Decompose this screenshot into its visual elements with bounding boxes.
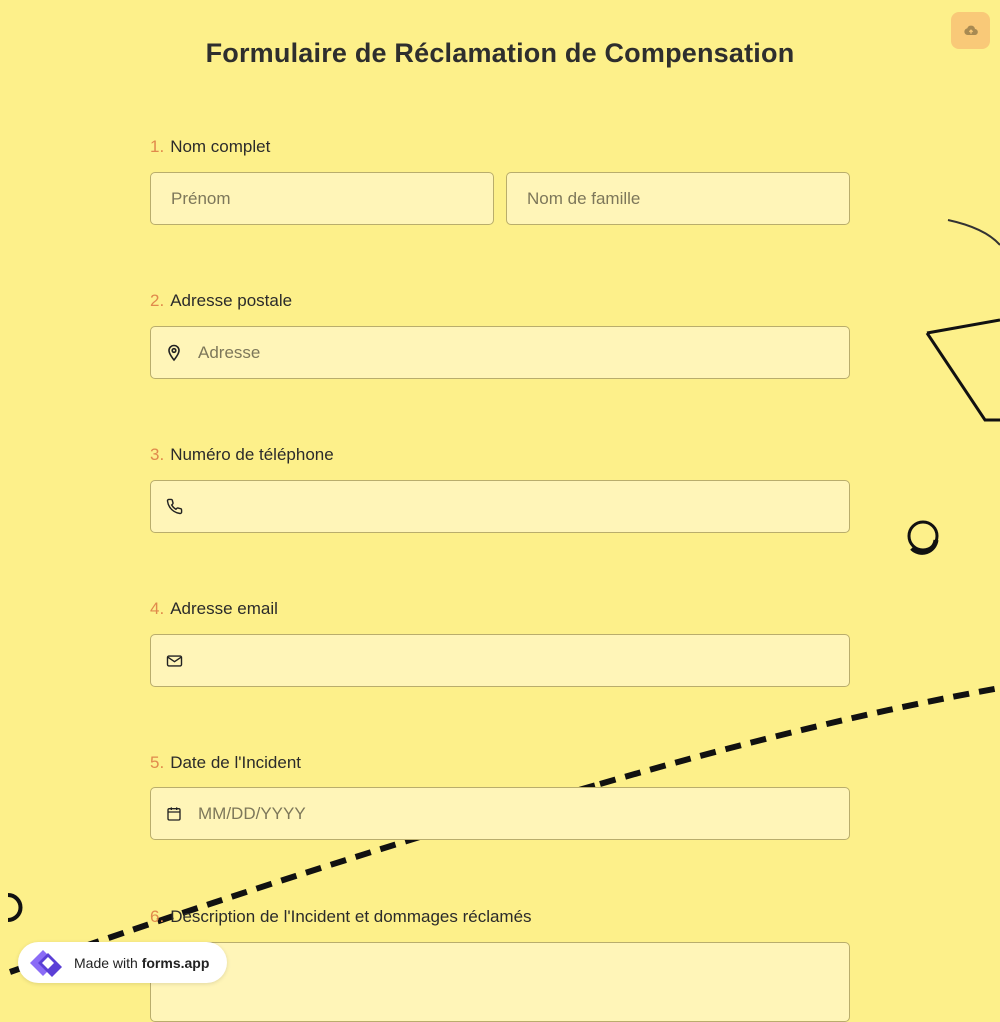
- description-textarea[interactable]: [150, 942, 850, 1022]
- save-progress-button[interactable]: [951, 12, 990, 49]
- badge-brand: forms.app: [141, 954, 210, 971]
- question-5-label: 5. Date de l'Incident: [150, 753, 301, 773]
- question-3-label: 3. Numéro de téléphone: [150, 445, 334, 465]
- mail-icon: [164, 651, 184, 671]
- question-number: 6.: [150, 907, 165, 926]
- question-6-label: 6. Description de l'Incident et dommages …: [150, 907, 532, 927]
- question-number: 5.: [150, 753, 165, 772]
- question-text: Adresse email: [170, 599, 278, 618]
- question-1-label: 1. Nom complet: [150, 137, 270, 157]
- question-text: Description de l'Incident et dommages ré…: [170, 907, 532, 926]
- phone-icon: [164, 497, 184, 517]
- question-number: 3.: [150, 445, 165, 464]
- date-placeholder: MM/DD/YYYY: [198, 803, 306, 823]
- location-pin-icon: [164, 343, 184, 363]
- phone-input[interactable]: [150, 480, 850, 533]
- address-placeholder: Adresse: [198, 342, 261, 362]
- question-text: Numéro de téléphone: [170, 445, 334, 464]
- question-text: Adresse postale: [170, 291, 293, 310]
- first-name-placeholder: Prénom: [171, 188, 231, 208]
- form-title: Formulaire de Réclamation de Compensatio…: [205, 38, 795, 68]
- first-name-input[interactable]: Prénom: [150, 172, 494, 225]
- question-text: Date de l'Incident: [170, 753, 302, 772]
- question-number: 4.: [150, 599, 165, 618]
- question-number: 2.: [150, 291, 165, 310]
- last-name-placeholder: Nom de famille: [527, 188, 641, 208]
- made-with-forms-app-badge[interactable]: Made with forms.app: [18, 942, 227, 983]
- question-number: 1.: [150, 137, 165, 156]
- badge-prefix: Made with: [74, 954, 138, 971]
- question-2-label: 2. Adresse postale: [150, 291, 292, 311]
- question-4-label: 4. Adresse email: [150, 599, 278, 619]
- question-text: Nom complet: [170, 137, 271, 156]
- forms-app-logo-icon: [30, 949, 62, 977]
- calendar-icon: [164, 804, 184, 824]
- email-input[interactable]: [150, 634, 850, 687]
- address-input[interactable]: Adresse: [150, 326, 850, 379]
- date-input[interactable]: MM/DD/YYYY: [150, 787, 850, 840]
- last-name-input[interactable]: Nom de famille: [506, 172, 850, 225]
- cloud-upload-icon: [963, 25, 978, 35]
